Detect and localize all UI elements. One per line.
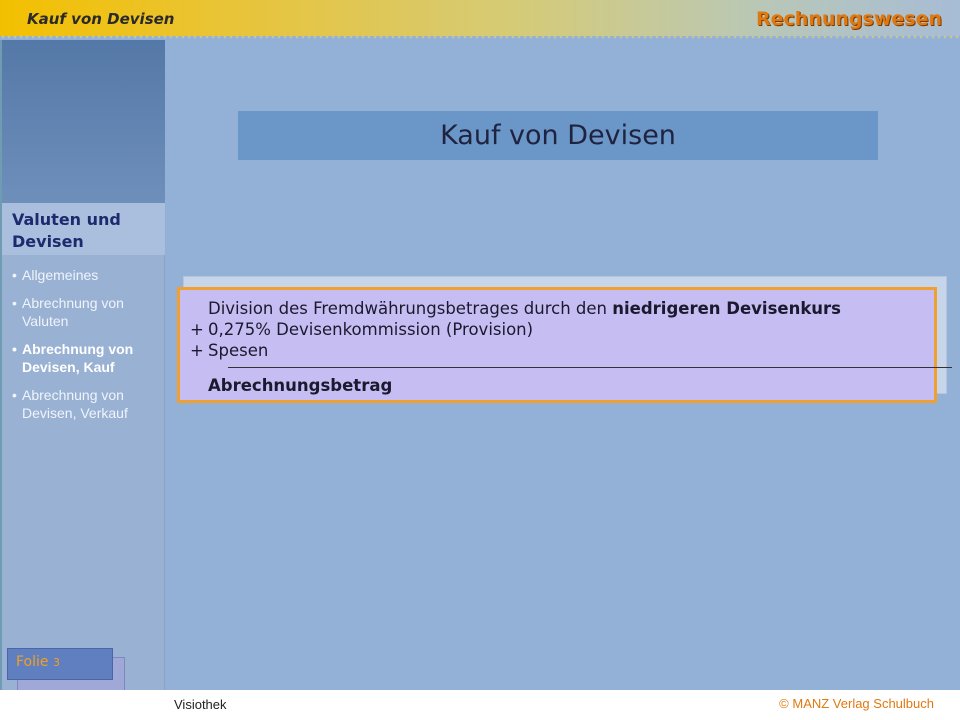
section-title: Kauf von Devisen (27, 10, 175, 28)
sidebar-item-allgemeines[interactable]: Allgemeines (12, 266, 160, 284)
footer-copyright: © MANZ Verlag Schulbuch (779, 696, 934, 711)
brand-logo-text: Rechnungswesen (756, 8, 942, 30)
formula-line-1-text: Division des Fremdwährungsbetrages durch… (208, 299, 607, 318)
footer: Visiothek © MANZ Verlag Schulbuch (0, 690, 960, 720)
formula-line-1-bold: niedrigeren Devisenkurs (612, 299, 842, 318)
sidebar-top-panel (2, 40, 165, 203)
formula-card: Division des Fremdwährungsbetrages durch… (177, 287, 952, 403)
plus-sign: + (190, 320, 204, 339)
sidebar-item-abrechnung-devisen-verkauf[interactable]: Abrechnung von Devisen, Verkauf (12, 386, 160, 422)
formula-result: Abrechnungsbetrag (208, 376, 393, 395)
sum-divider-line (228, 367, 952, 368)
footer-visiothek: Visiothek (174, 697, 227, 712)
slide-number: 3 (52, 656, 60, 669)
plus-sign: + (190, 341, 204, 360)
sidebar-item-abrechnung-valuten[interactable]: Abrechnung von Valuten (12, 294, 160, 330)
sidebar-item-abrechnung-devisen-kauf[interactable]: Abrechnung von Devisen, Kauf (12, 340, 160, 376)
formula-line-3-text: Spesen (208, 341, 269, 360)
formula-line-2: +0,275% Devisenkommission (Provision) (190, 319, 533, 340)
formula-line-2-text: 0,275% Devisenkommission (Provision) (208, 320, 534, 339)
sidebar-heading: Valuten und Devisen (2, 203, 165, 255)
slide-badge: Folie 3 (7, 648, 113, 680)
formula-line-3: + Spesen (190, 340, 268, 361)
sidebar-nav: Allgemeines Abrechnung von Valuten Abrec… (12, 266, 160, 432)
page-title: Kauf von Devisen (238, 111, 878, 160)
slide-label: Folie (16, 654, 49, 670)
formula-line-1: Division des Fremdwährungsbetrages durch… (190, 298, 841, 319)
dotted-divider (0, 35, 960, 39)
top-bar: Kauf von Devisen Rechnungswesen (0, 0, 960, 36)
sidebar-heading-line2: Devisen (12, 232, 84, 251)
sidebar: Valuten und Devisen Allgemeines Abrechnu… (0, 40, 165, 690)
sidebar-heading-line1: Valuten und (12, 210, 121, 229)
